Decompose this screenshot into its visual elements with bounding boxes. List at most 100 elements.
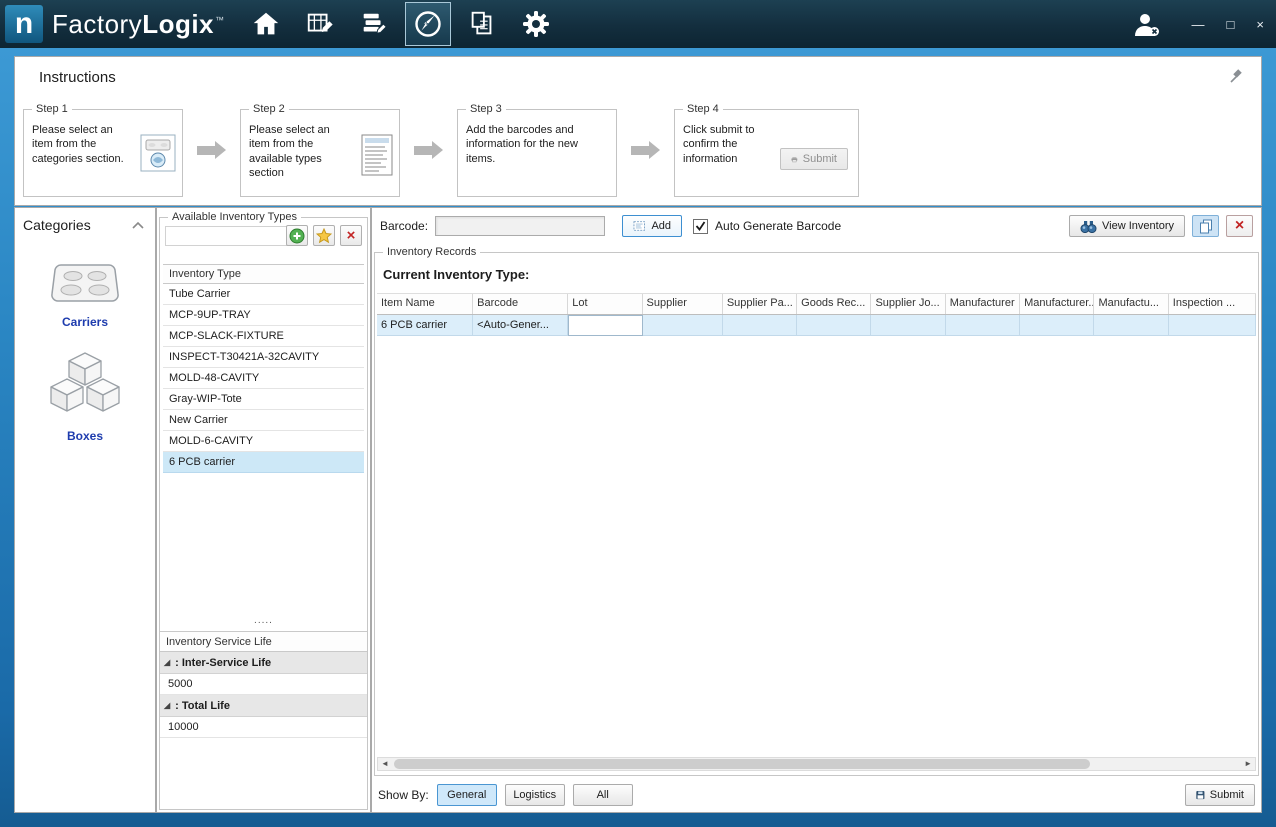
delete-type-button[interactable]: × — [340, 225, 362, 246]
record-cell[interactable] — [1094, 315, 1168, 336]
record-cell[interactable] — [1020, 315, 1094, 336]
inventory-type-row[interactable]: 6 PCB carrier — [163, 452, 364, 473]
star-icon — [316, 228, 332, 244]
show-by-all-button[interactable]: All — [573, 784, 633, 806]
copy-icon — [1199, 219, 1213, 234]
binoculars-icon — [1080, 220, 1097, 233]
records-column-header[interactable]: Supplier Jo... — [871, 294, 945, 314]
barcode-toolbar: Barcode: Add Auto Generate Barcode — [372, 208, 1261, 244]
record-cell[interactable]: <Auto-Gener... — [473, 315, 568, 336]
service-life-group-row[interactable]: ◢ : Inter-Service Life — [160, 652, 367, 674]
settings-icon[interactable] — [513, 2, 559, 46]
splitter-handle[interactable]: ..... — [160, 616, 367, 626]
records-column-header[interactable]: Manufacturer — [946, 294, 1020, 314]
minimize-button[interactable]: — — [1188, 16, 1209, 33]
records-column-header[interactable]: Lot — [568, 294, 642, 314]
steps-row: Step 1 Please select an item from the ca… — [23, 109, 859, 197]
record-cell[interactable]: 6 PCB carrier — [377, 315, 473, 336]
new-type-input[interactable] — [165, 226, 293, 246]
view-inventory-button[interactable]: View Inventory — [1069, 215, 1185, 237]
records-column-header[interactable]: Supplier — [643, 294, 723, 314]
category-carriers[interactable]: Carriers — [15, 257, 155, 329]
show-by-bar: Show By: General Logistics All Submit — [372, 778, 1261, 812]
record-cell[interactable] — [643, 315, 723, 336]
auto-generate-checkbox[interactable] — [693, 219, 708, 234]
record-cell[interactable] — [797, 315, 871, 336]
worksheet-icon[interactable] — [297, 2, 343, 46]
categories-title: Categories — [23, 217, 91, 233]
scroll-right-icon[interactable]: ► — [1241, 760, 1255, 768]
inventory-type-row[interactable]: MCP-9UP-TRAY — [163, 305, 364, 326]
record-cell[interactable] — [723, 315, 797, 336]
service-life-value[interactable]: 10000 — [160, 717, 367, 738]
barcode-input[interactable] — [435, 216, 605, 236]
scrollbar-track[interactable] — [392, 758, 1241, 770]
add-button[interactable]: Add — [622, 215, 682, 237]
records-column-header[interactable]: Manufactu... — [1094, 294, 1168, 314]
navigator-icon[interactable] — [405, 2, 451, 46]
step-3-label: Step 3 — [466, 103, 506, 115]
records-column-header[interactable]: Manufacturer... — [1020, 294, 1094, 314]
records-column-header[interactable]: Supplier Pa... — [723, 294, 797, 314]
arrow-icon — [414, 141, 443, 159]
record-cell[interactable] — [1169, 315, 1256, 336]
inventory-type-row[interactable]: MOLD-48-CAVITY — [163, 368, 364, 389]
step-3-text: Add the barcodes and information for the… — [466, 123, 602, 166]
inventory-type-row[interactable]: MOLD-6-CAVITY — [163, 431, 364, 452]
home-icon[interactable] — [243, 2, 289, 46]
step-2-box: Step 2 Please select an item from the av… — [240, 109, 400, 197]
step-2-label: Step 2 — [249, 103, 289, 115]
records-column-header[interactable]: Goods Rec... — [797, 294, 871, 314]
submit-button[interactable]: Submit — [1185, 784, 1255, 806]
collapse-chevron-icon[interactable] — [131, 221, 145, 229]
main-navigation — [243, 0, 559, 48]
categories-panel: Categories Carriers — [14, 207, 156, 813]
inventory-type-row[interactable]: MCP-SLACK-FIXTURE — [163, 326, 364, 347]
inventory-type-row[interactable]: New Carrier — [163, 410, 364, 431]
logo-letter: n — [15, 9, 33, 39]
red-x-icon: × — [347, 228, 356, 243]
horizontal-scrollbar[interactable]: ◄ ► — [377, 757, 1256, 771]
record-cell[interactable] — [568, 315, 642, 336]
app-logo: n — [5, 5, 43, 43]
group-expand-icon: ◢ — [164, 701, 170, 710]
service-life-group-row[interactable]: ◢ : Total Life — [160, 695, 367, 717]
inventory-type-column-header[interactable]: Inventory Type — [163, 264, 364, 284]
inventory-type-row[interactable]: INSPECT-T30421A-32CAVITY — [163, 347, 364, 368]
record-cell[interactable] — [871, 315, 945, 336]
close-records-button[interactable]: × — [1226, 215, 1253, 237]
show-by-general-button[interactable]: General — [437, 784, 497, 806]
copy-button[interactable] — [1192, 215, 1219, 237]
category-boxes[interactable]: Boxes — [15, 349, 155, 443]
reports-icon[interactable] — [459, 2, 505, 46]
service-life-header[interactable]: Inventory Service Life — [160, 631, 367, 652]
records-column-header[interactable]: Inspection ... — [1169, 294, 1256, 314]
step-submit-button[interactable]: Submit — [780, 148, 848, 170]
scrollbar-thumb[interactable] — [394, 759, 1090, 769]
pin-icon[interactable] — [1228, 69, 1243, 84]
step-3-box: Step 3 Add the barcodes and information … — [457, 109, 617, 197]
step-4-text: Click submit to confirm the information — [683, 123, 781, 166]
inventory-type-row[interactable]: Gray-WIP-Tote — [163, 389, 364, 410]
category-carriers-label: Carriers — [62, 315, 108, 329]
records-column-header[interactable]: Item Name — [377, 294, 473, 314]
instructions-title: Instructions — [39, 69, 116, 86]
scroll-left-icon[interactable]: ◄ — [378, 760, 392, 768]
record-cell[interactable] — [946, 315, 1020, 336]
records-column-header[interactable]: Barcode — [473, 294, 568, 314]
user-account-icon[interactable] — [1132, 11, 1160, 37]
category-boxes-label: Boxes — [67, 429, 103, 443]
label-thumbnail-icon — [361, 134, 393, 176]
show-by-logistics-button[interactable]: Logistics — [505, 784, 565, 806]
favorite-type-button[interactable] — [313, 225, 335, 246]
group-label: : Inter-Service Life — [175, 657, 271, 669]
service-life-value[interactable]: 5000 — [160, 674, 367, 695]
add-type-button[interactable] — [286, 225, 308, 246]
close-button[interactable]: × — [1252, 16, 1268, 33]
auto-generate-label[interactable]: Auto Generate Barcode — [715, 219, 841, 233]
materials-icon[interactable] — [351, 2, 397, 46]
maximize-button[interactable]: □ — [1223, 16, 1239, 33]
step-2-text: Please select an item from the available… — [249, 123, 347, 180]
inventory-type-row[interactable]: Tube Carrier — [163, 284, 364, 305]
inventory-records-title: Inventory Records — [383, 246, 480, 258]
